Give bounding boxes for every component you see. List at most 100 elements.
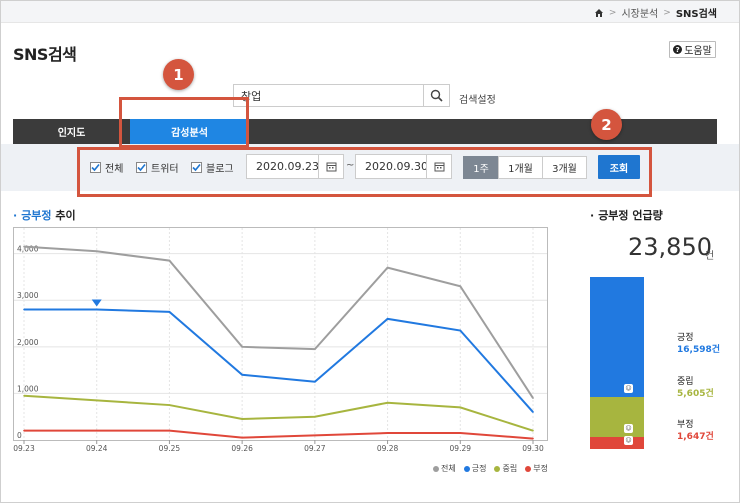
trend-line-chart: 0 1,000 2,000 3,000 4,000 09.23 09.24 09.25 09.2… — [13, 227, 549, 453]
negative-value: 1,647건 — [677, 432, 714, 442]
top-bar: > 시장분석 > SNS검색 — [1, 1, 739, 23]
search-button[interactable] — [424, 84, 450, 107]
data-point — [168, 429, 171, 432]
x-tick-label: 09.27 — [304, 444, 326, 452]
data-point — [23, 394, 25, 397]
emoticon-icon: ☺ — [624, 436, 633, 445]
period-1-month-button[interactable]: 1개월 — [498, 156, 543, 179]
data-point — [241, 418, 243, 420]
x-tick-label: 09.29 — [450, 444, 472, 452]
data-point — [386, 432, 389, 434]
start-calendar-button[interactable] — [318, 154, 344, 179]
breadcrumb-separator: > — [663, 7, 671, 18]
data-point — [241, 346, 243, 348]
breadcrumb-current: SNS검색 — [675, 9, 717, 20]
legend-label: 중립 — [502, 464, 518, 473]
breadcrumb-market-analysis[interactable]: 시장분석 — [621, 5, 658, 20]
checkbox-icon — [90, 162, 101, 173]
period-1-week-button[interactable]: 1주 — [463, 156, 499, 179]
total-mention-unit: 건 — [705, 251, 715, 262]
y-tick-label: 3,000 — [17, 291, 39, 300]
checkbox-all-label: 전체 — [105, 164, 124, 175]
data-point — [95, 250, 98, 253]
calendar-icon — [326, 162, 336, 172]
checkbox-all[interactable]: 전체 — [90, 160, 123, 175]
annotation-marker-2: 2 — [591, 109, 622, 140]
total-mention-count: 23,850 — [628, 233, 712, 261]
data-point — [314, 380, 316, 383]
y-tick-label: 2,000 — [17, 338, 39, 347]
data-point — [459, 285, 462, 288]
help-button[interactable]: ? 도움말 — [669, 41, 716, 58]
data-point — [23, 429, 25, 432]
stack-segment-2: ☺ — [590, 436, 644, 449]
legend-label: 전체 — [441, 464, 456, 473]
checkbox-twitter-label: 트위터 — [151, 164, 179, 175]
data-point — [23, 308, 25, 311]
data-point — [95, 399, 98, 402]
data-point — [314, 415, 316, 418]
period-3-month-button[interactable]: 3개월 — [542, 156, 587, 179]
search-input[interactable] — [233, 84, 424, 107]
emoticon-icon: ☺ — [624, 424, 633, 433]
x-tick-label: 09.23 — [13, 444, 35, 452]
help-button-label: 도움말 — [684, 46, 712, 57]
data-point — [314, 348, 316, 350]
data-point — [532, 397, 534, 399]
data-point — [459, 432, 462, 434]
end-calendar-button[interactable] — [426, 154, 452, 179]
trend-chart-svg: 01,0002,0003,0004,00009.23 09.24 09.25 09.2… — [13, 227, 548, 453]
checkbox-twitter[interactable]: 트위터 — [136, 160, 179, 175]
legend-dot — [433, 465, 439, 472]
data-point — [532, 411, 534, 413]
search-settings-link[interactable]: 검색설정 — [459, 91, 496, 106]
x-tick-label: 09.26 — [231, 444, 253, 452]
data-point — [95, 308, 98, 311]
trend-title: · 긍부정 추이 — [13, 207, 76, 223]
data-point — [459, 329, 462, 332]
x-tick-label: 09.30 — [522, 444, 544, 452]
x-tick-label: 09.25 — [159, 444, 181, 452]
data-point — [241, 436, 243, 439]
end-date-field[interactable]: 2020.09.30 — [355, 154, 428, 179]
data-point — [23, 245, 25, 248]
x-tick-label: 09.28 — [377, 444, 399, 452]
checkbox-blog[interactable]: 블로그 — [191, 160, 234, 175]
data-point — [168, 259, 171, 262]
data-point — [532, 437, 534, 440]
data-point — [386, 266, 389, 269]
neutral-value: 5,605건 — [677, 389, 714, 399]
trend-title-highlight: 긍부정 — [21, 209, 52, 222]
positive-value: 16,598건 — [677, 345, 721, 355]
chart-legend: 전체 긍정 중립 부정 — [433, 463, 548, 474]
legend-dot — [494, 465, 501, 472]
annotation-marker-1: 1 — [163, 59, 194, 90]
calendar-icon — [434, 162, 444, 172]
start-date-field[interactable]: 2020.09.23 — [246, 154, 319, 179]
checkbox-icon — [191, 162, 202, 173]
y-tick-label: 0 — [17, 431, 22, 440]
x-tick-label: 09.24 — [86, 444, 108, 452]
legend-item-total: 전체 — [433, 463, 456, 474]
page-title: SNS검색 — [13, 45, 77, 64]
query-button[interactable]: 조회 — [598, 155, 640, 179]
legend-item-neutral: 중립 — [494, 463, 517, 474]
data-point — [168, 311, 171, 313]
data-point — [459, 406, 462, 409]
data-point — [314, 434, 316, 437]
date-range-separator: ~ — [346, 160, 355, 171]
breadcrumb-separator: > — [608, 7, 617, 18]
tab-awareness[interactable]: 인지도 — [13, 119, 130, 144]
mention-stacked-bar: ☺ ☺ ☺ — [590, 277, 644, 449]
emoticon-icon: ☺ — [624, 384, 633, 393]
data-point — [386, 401, 389, 404]
tab-sentiment-analysis[interactable]: 감성분석 — [130, 119, 249, 144]
trend-title-rest: 추이 — [51, 209, 76, 222]
data-point — [386, 318, 389, 320]
legend-item-negative: 부정 — [525, 463, 548, 474]
data-point — [241, 373, 243, 376]
home-icon[interactable] — [594, 8, 604, 18]
y-tick-label: 1,000 — [17, 384, 39, 393]
stack-segment-0: ☺ — [590, 277, 644, 397]
legend-label: 부정 — [533, 464, 548, 473]
